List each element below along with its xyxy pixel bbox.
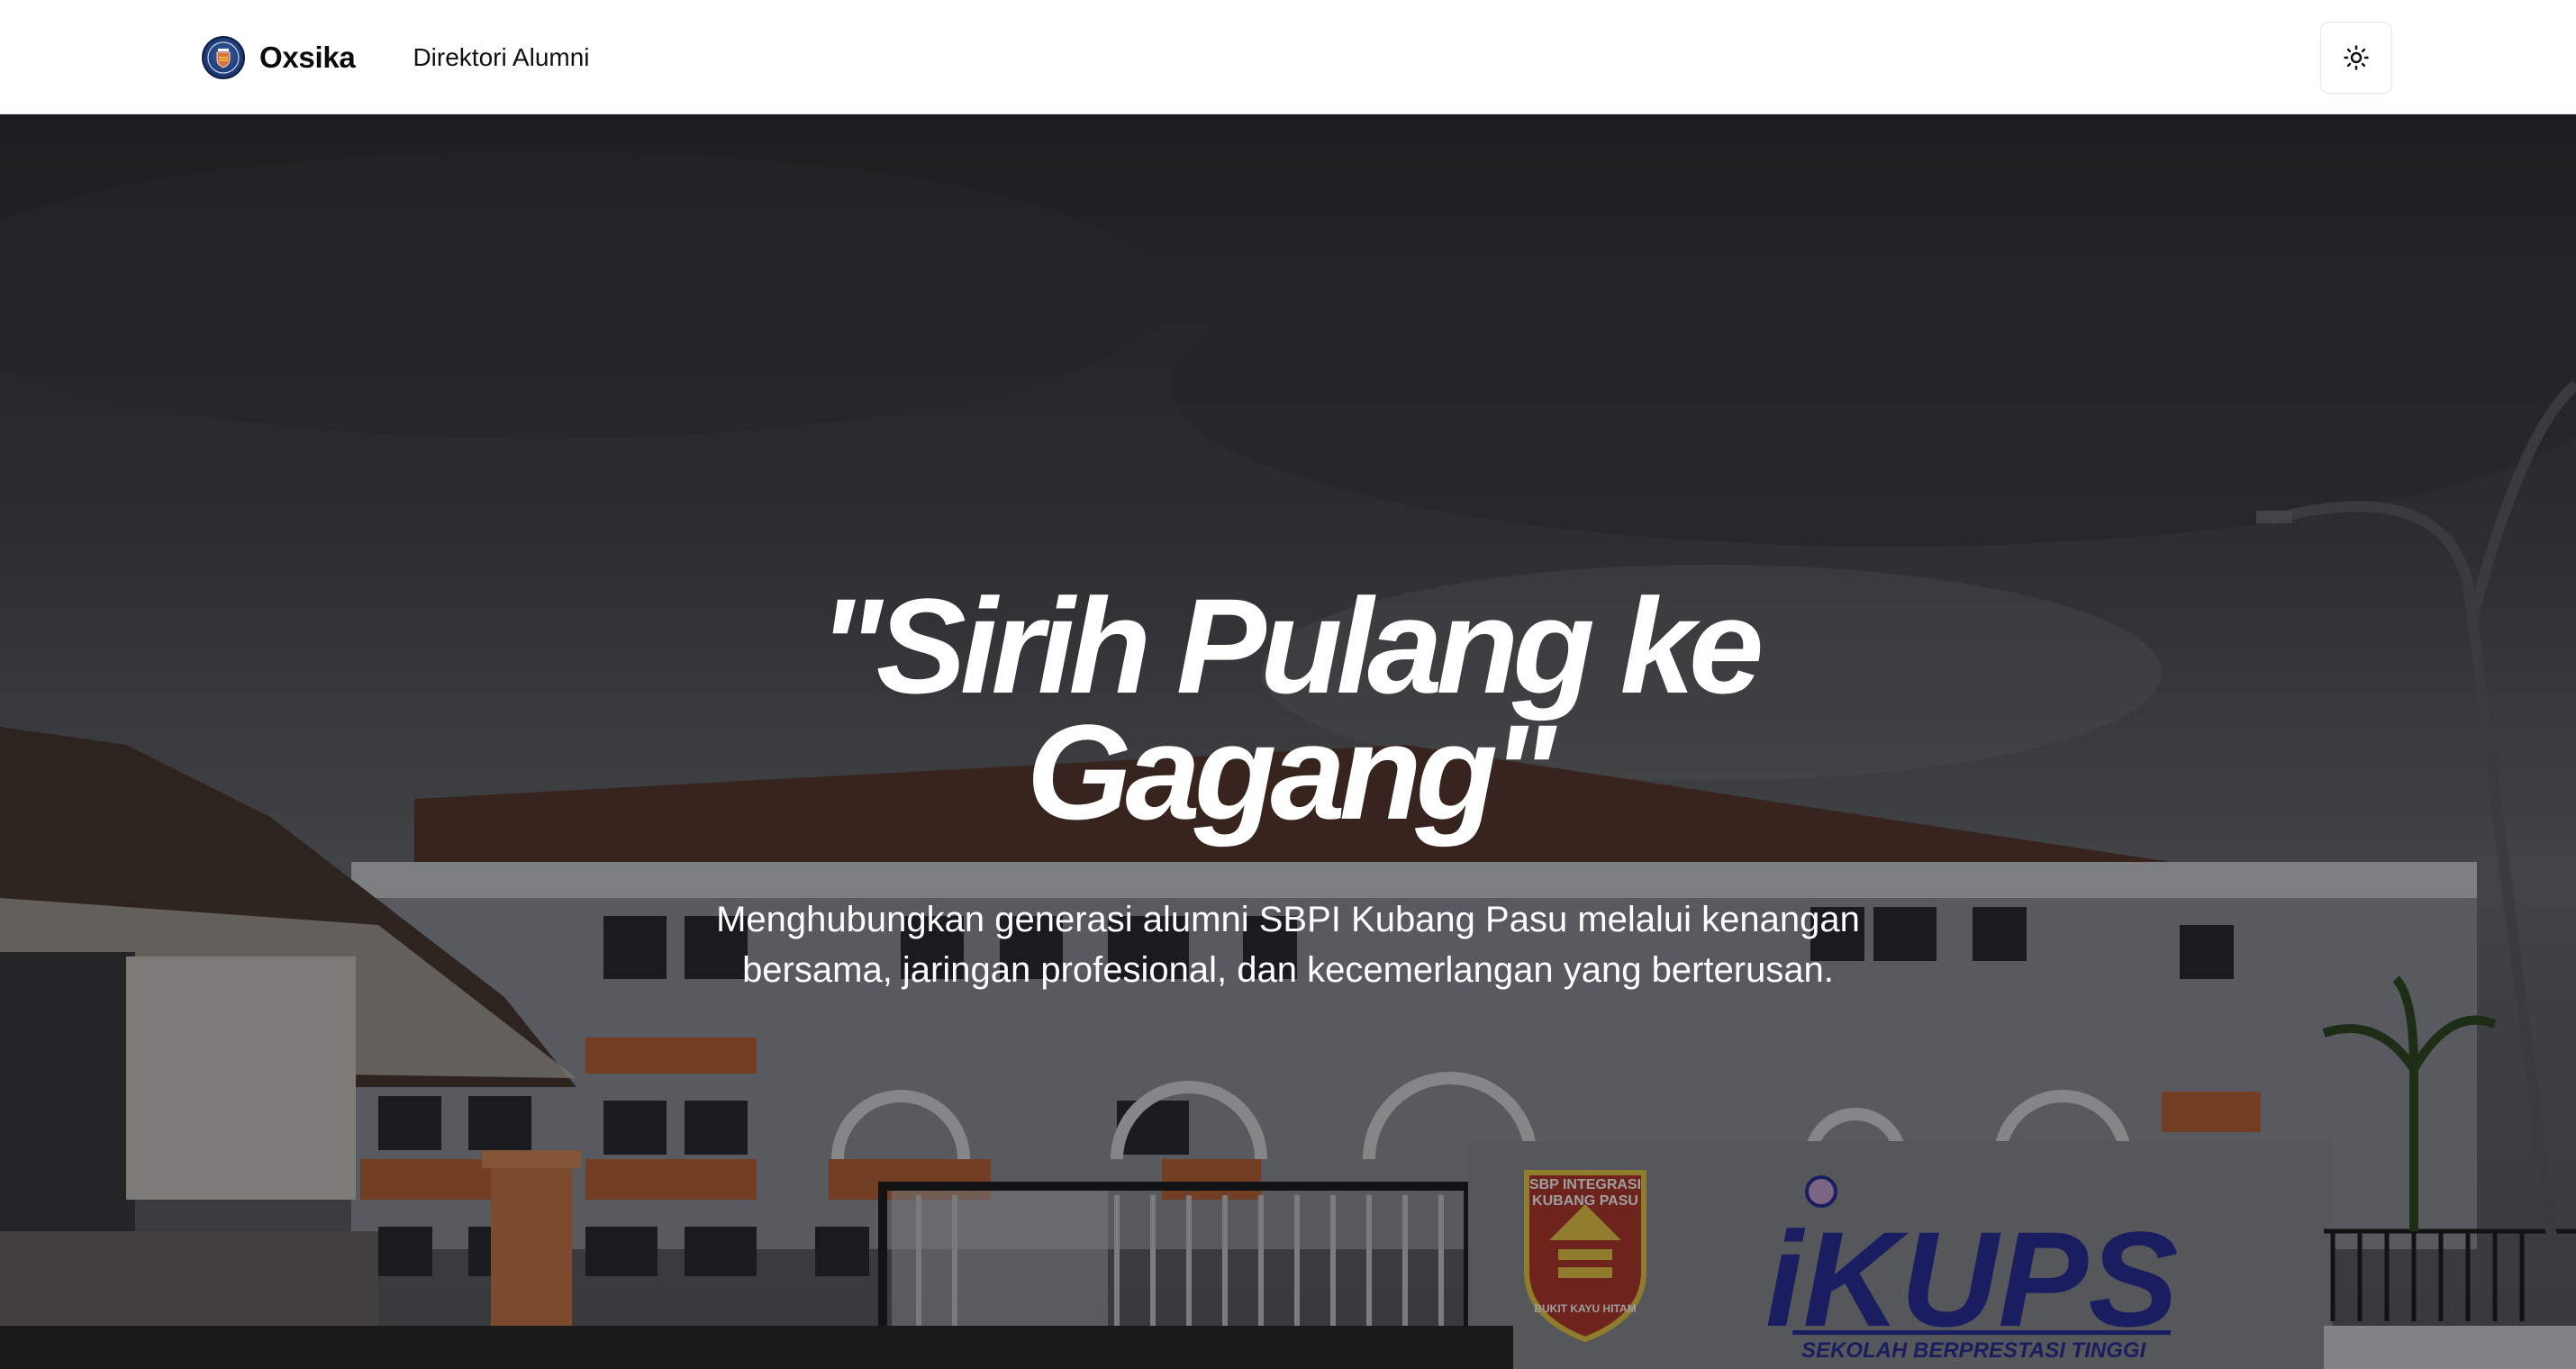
top-navbar: Oxsika Direktori Alumni bbox=[0, 0, 2576, 114]
hero-title: "Sirih Pulang ke Gagang" bbox=[818, 570, 1764, 848]
hero-section: SBP INTEGRASI KUBANG PASU BUKIT KAYU HIT… bbox=[0, 114, 2576, 1369]
crest-logo-graphic bbox=[207, 41, 240, 74]
hero-subtitle: Menghubungkan generasi alumni SBPI Kuban… bbox=[716, 900, 1860, 990]
hero-content: "Sirih Pulang ke Gagang" Menghubungkan g… bbox=[703, 570, 1873, 995]
theme-toggle-button[interactable] bbox=[2320, 21, 2392, 94]
navbar-inner: Oxsika Direktori Alumni bbox=[202, 0, 2392, 114]
brand-name: Oxsika bbox=[259, 40, 356, 74]
brand-home-link[interactable]: Oxsika bbox=[202, 35, 356, 79]
school-crest-logo-icon bbox=[202, 35, 245, 79]
nav-link-direktori-alumni[interactable]: Direktori Alumni bbox=[413, 43, 589, 72]
sun-icon bbox=[2344, 44, 2369, 70]
